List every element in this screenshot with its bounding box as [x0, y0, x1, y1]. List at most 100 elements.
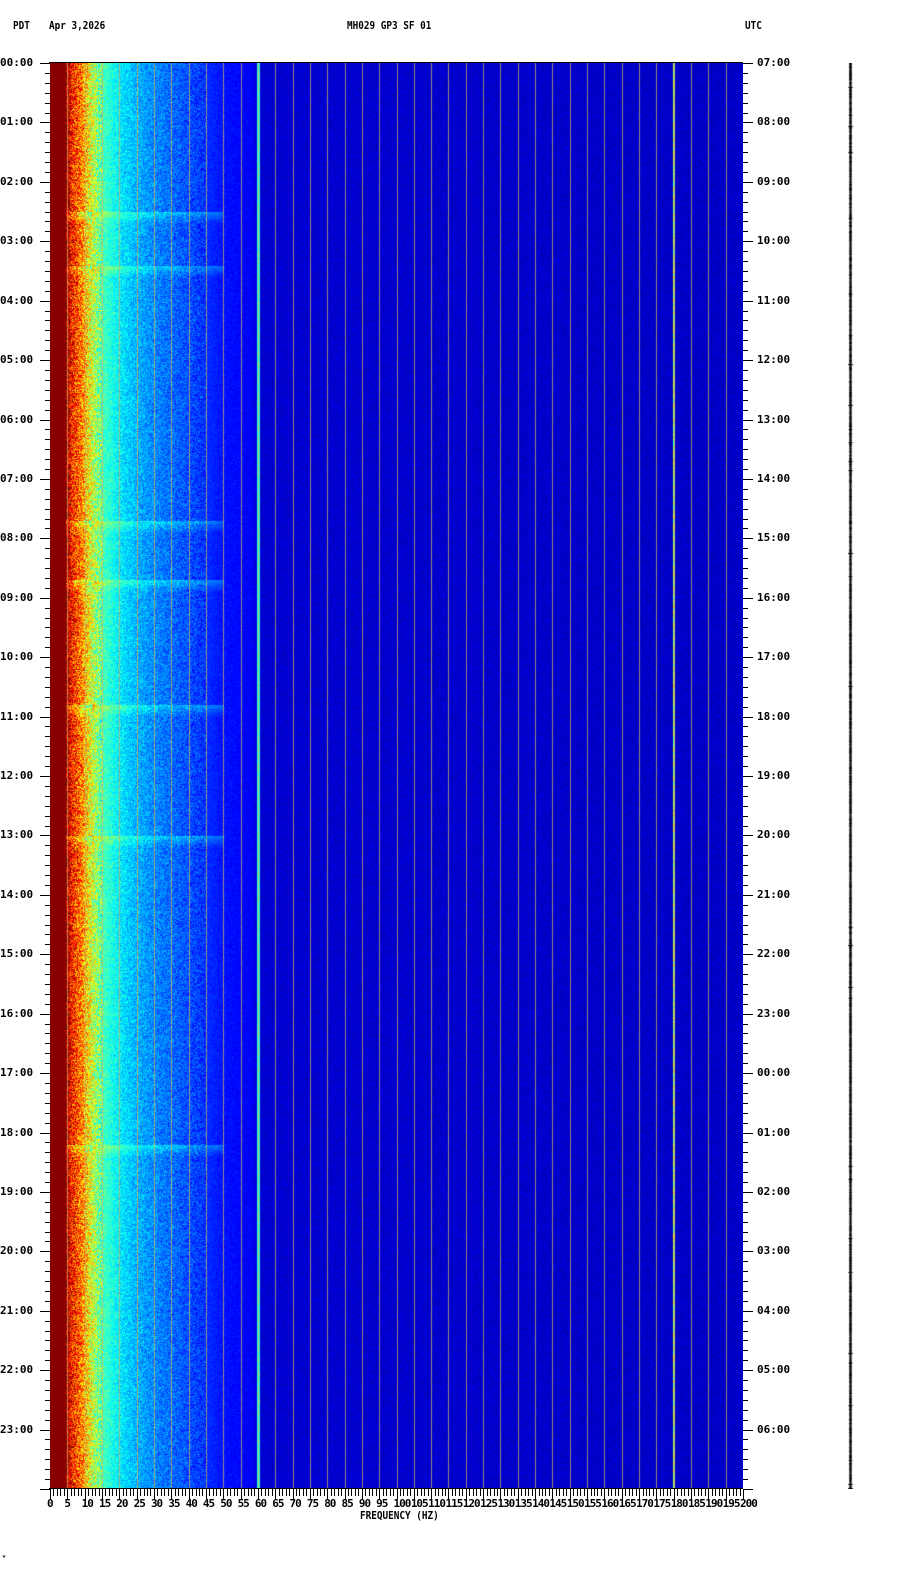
- y-tick-left: [45, 231, 50, 232]
- x-tick-label: 190: [705, 1497, 723, 1510]
- y-tick-right: [743, 1004, 748, 1005]
- y-tick-label-left: 12:00: [0, 769, 34, 782]
- y-tick-left: [45, 726, 50, 727]
- y-tick-left: [45, 697, 50, 698]
- x-tick-label: 145: [549, 1497, 567, 1510]
- y-tick-label-left: 06:00: [0, 412, 34, 426]
- y-tick-left: [45, 1024, 50, 1025]
- y-tick-right: [743, 905, 748, 906]
- y-tick-left: [45, 509, 50, 510]
- x-tick: [476, 1489, 477, 1496]
- x-tick: [504, 1489, 505, 1496]
- x-tick: [393, 1489, 394, 1496]
- y-tick-right: [743, 1301, 748, 1302]
- y-tick-right: [743, 816, 748, 817]
- y-tick-right: [743, 1142, 748, 1143]
- x-tick-label: 50: [220, 1497, 232, 1510]
- x-tick: [95, 1489, 96, 1496]
- y-tick-right: [743, 1251, 753, 1252]
- y-tick-right: [743, 1390, 748, 1391]
- x-tick-label: 175: [653, 1497, 671, 1510]
- y-tick-left: [40, 1014, 50, 1015]
- y-tick-right: [743, 479, 753, 480]
- x-tick-label: 30: [150, 1497, 163, 1510]
- y-tick-left: [45, 1232, 50, 1233]
- x-tick: [528, 1489, 529, 1496]
- y-tick-left: [40, 1251, 50, 1252]
- x-tick-label: 135: [514, 1497, 533, 1510]
- y-tick-right: [743, 538, 753, 539]
- y-tick-right: [743, 231, 748, 232]
- x-tick: [192, 1489, 193, 1496]
- y-tick-right: [743, 558, 748, 559]
- y-tick-right: [743, 93, 748, 94]
- x-tick: [694, 1489, 695, 1496]
- x-tick: [81, 1489, 82, 1496]
- y-tick-label-right: 08:00: [757, 115, 791, 129]
- y-tick-label-left: 15:00: [0, 947, 34, 961]
- y-tick-right: [743, 113, 748, 114]
- x-tick: [733, 1489, 734, 1496]
- x-tick: [123, 1489, 124, 1496]
- x-tick: [667, 1489, 668, 1496]
- y-tick-left: [45, 162, 50, 163]
- y-tick-right: [743, 182, 753, 183]
- y-tick-right: [743, 350, 748, 351]
- y-tick-left: [45, 766, 50, 767]
- x-tick: [144, 1489, 145, 1496]
- y-tick-right: [743, 221, 748, 222]
- y-tick-label-right: 21:00: [757, 887, 791, 901]
- y-tick-left: [40, 241, 50, 242]
- y-tick-left: [45, 677, 50, 678]
- x-tick-label: 70: [289, 1497, 302, 1510]
- x-tick: [532, 1489, 533, 1496]
- y-tick-left: [45, 499, 50, 500]
- y-tick-right: [743, 1370, 753, 1371]
- x-tick: [251, 1489, 252, 1496]
- x-tick: [615, 1489, 616, 1496]
- x-tick: [653, 1489, 654, 1496]
- x-tick: [351, 1489, 352, 1496]
- y-tick-right: [743, 1222, 748, 1223]
- y-tick-left: [45, 271, 50, 272]
- y-tick-left: [40, 1133, 50, 1134]
- y-tick-left: [45, 1113, 50, 1114]
- y-tick-right: [743, 420, 753, 421]
- y-tick-left: [45, 390, 50, 391]
- y-tick-left: [45, 1261, 50, 1262]
- y-tick-right: [743, 1152, 748, 1153]
- y-tick-right: [743, 746, 748, 747]
- x-tick: [60, 1489, 61, 1496]
- y-tick-left: [45, 261, 50, 262]
- y-tick-right: [743, 528, 748, 529]
- x-tick: [539, 1489, 540, 1496]
- x-tick: [403, 1489, 404, 1496]
- y-tick-left: [45, 459, 50, 460]
- x-tick: [112, 1489, 113, 1496]
- y-tick-left: [45, 548, 50, 549]
- y-tick-left: [45, 1123, 50, 1124]
- x-tick: [563, 1489, 564, 1496]
- y-tick-left: [45, 142, 50, 143]
- x-tick: [480, 1489, 481, 1496]
- y-tick-left: [40, 717, 50, 718]
- x-tick: [133, 1489, 134, 1496]
- y-tick-right: [743, 449, 748, 450]
- y-tick-left: [45, 311, 50, 312]
- y-tick-right: [743, 934, 748, 935]
- x-tick: [331, 1489, 332, 1496]
- x-tick-label: 20: [116, 1497, 128, 1510]
- y-tick-label-right: 04:00: [757, 1303, 791, 1317]
- y-tick-left: [40, 1430, 50, 1431]
- y-tick-label-left: 17:00: [0, 1066, 34, 1080]
- date-label: Apr 3,2026: [49, 19, 106, 32]
- y-tick-label-left: 05:00: [0, 353, 34, 367]
- y-tick-right: [743, 429, 748, 430]
- y-tick-label-right: 23:00: [757, 1006, 791, 1020]
- y-tick-right: [743, 1271, 748, 1272]
- y-tick-left: [45, 1281, 50, 1282]
- y-tick-left: [45, 627, 50, 628]
- x-tick: [410, 1489, 411, 1496]
- y-tick-right: [743, 509, 748, 510]
- y-tick-left: [45, 469, 50, 470]
